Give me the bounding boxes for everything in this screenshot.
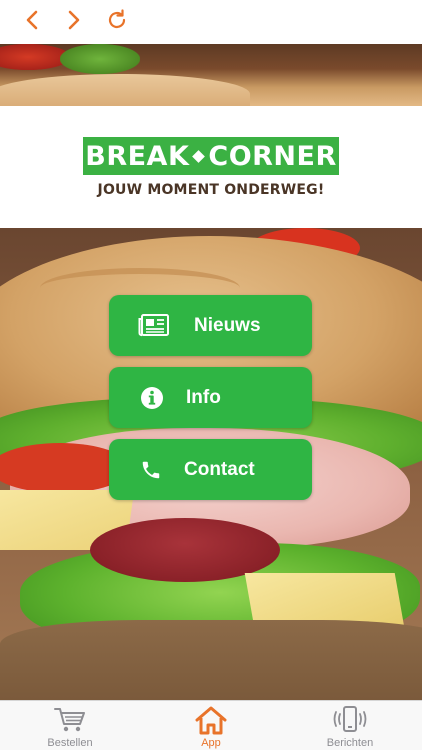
forward-button[interactable] xyxy=(60,8,88,36)
chevron-left-icon xyxy=(24,9,40,36)
tab-bestellen-label: Bestellen xyxy=(47,737,93,749)
news-button[interactable]: Nieuws xyxy=(109,295,312,356)
tab-bar: Bestellen App Berichten xyxy=(0,700,422,750)
home-icon xyxy=(161,705,261,735)
logo-band: BREAK CORNER JOUW MOMENT ONDERWEG! xyxy=(0,106,422,228)
info-icon xyxy=(140,386,164,410)
info-button-label: Info xyxy=(186,386,221,408)
header-photo xyxy=(0,44,422,106)
info-button[interactable]: Info xyxy=(109,367,312,428)
logo-diamond-icon xyxy=(192,149,206,163)
logo-word-break: BREAK xyxy=(85,140,190,172)
logo-word-corner: CORNER xyxy=(208,140,337,172)
reload-button[interactable] xyxy=(103,8,131,36)
contact-button-label: Contact xyxy=(184,458,255,480)
top-nav-bar xyxy=(0,0,422,44)
tab-berichten[interactable]: Berichten xyxy=(300,701,400,750)
phone-icon xyxy=(140,459,162,481)
photo-detail xyxy=(0,620,422,700)
newspaper-icon xyxy=(138,313,170,337)
tab-berichten-label: Berichten xyxy=(326,737,374,749)
photo-detail xyxy=(60,44,140,74)
tab-bestellen[interactable]: Bestellen xyxy=(20,701,120,750)
tab-app[interactable]: App xyxy=(161,701,261,750)
chevron-right-icon xyxy=(66,9,82,36)
news-button-label: Nieuws xyxy=(194,314,261,336)
back-button[interactable] xyxy=(18,8,46,36)
phone-vibrate-icon xyxy=(300,705,400,735)
photo-detail xyxy=(0,74,250,106)
tagline: JOUW MOMENT ONDERWEG! xyxy=(97,182,325,198)
reload-icon xyxy=(105,8,129,37)
brand-logo: BREAK CORNER xyxy=(83,137,339,175)
tab-app-label: App xyxy=(201,737,221,749)
contact-button[interactable]: Contact xyxy=(109,439,312,500)
cart-icon xyxy=(20,705,120,735)
